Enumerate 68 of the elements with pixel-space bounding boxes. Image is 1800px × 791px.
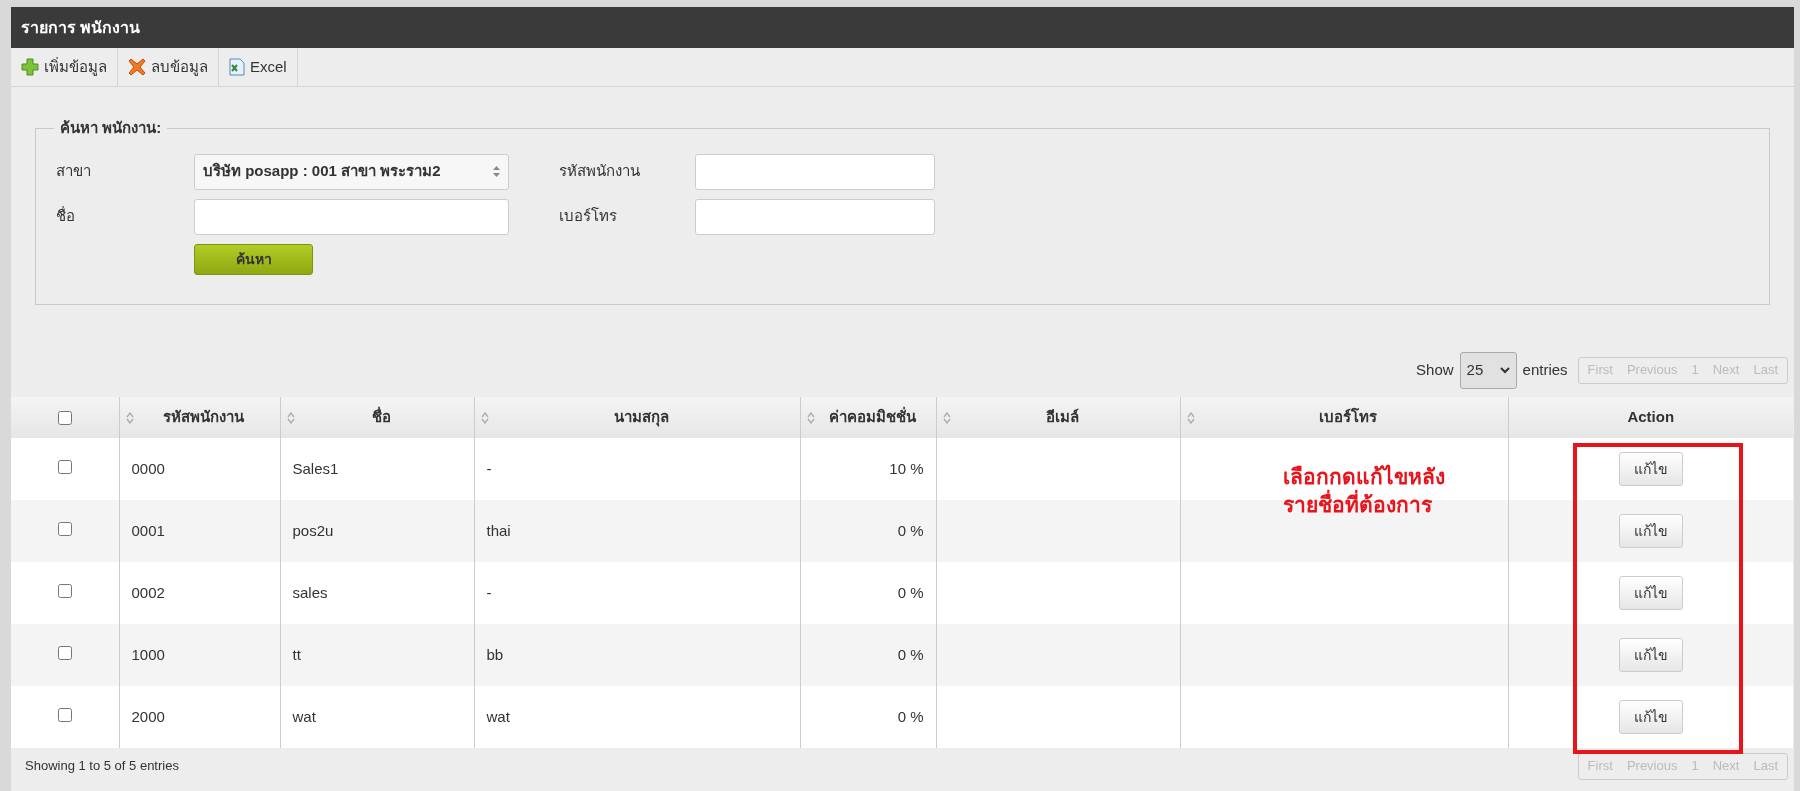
select-all-checkbox[interactable] [57, 410, 72, 425]
table-cell: thai [486, 521, 511, 539]
entries-select[interactable]: 25 [1459, 351, 1517, 389]
row-checkbox[interactable] [57, 645, 72, 660]
sort-icon [942, 411, 951, 424]
text-input[interactable] [695, 153, 935, 190]
row-checkbox[interactable] [57, 583, 72, 598]
column-header[interactable]: รหัสพนักงาน [119, 397, 280, 438]
table-cell: 0001 [131, 521, 165, 539]
table-cell: - [486, 459, 492, 477]
toolbar-button[interactable]: เพิ่มข้อมูล [11, 48, 118, 86]
window-title: รายการ พนักงาน [21, 17, 141, 38]
toolbar-button[interactable]: Excel [219, 48, 298, 86]
text-input[interactable] [194, 198, 509, 235]
table-cell: wat [486, 707, 510, 725]
table-cell: sales [292, 583, 328, 601]
fieldset-legend: ค้นหา พนักงาน: [54, 117, 168, 140]
sort-icon [806, 411, 815, 424]
table-cell: 1000 [131, 645, 165, 663]
row-checkbox[interactable] [57, 707, 72, 722]
table-cell: tt [292, 645, 301, 663]
table-cell: 0 % [897, 707, 924, 725]
table-cell: 0000 [131, 459, 165, 477]
table-cell: Sales1 [292, 459, 339, 477]
edit-button[interactable]: แก้ไข [1618, 576, 1683, 610]
edit-button[interactable]: แก้ไข [1618, 514, 1683, 548]
column-header[interactable]: อีเมล์ [936, 397, 1180, 438]
plus-icon [21, 58, 39, 76]
search-button[interactable]: ค้นหา [194, 243, 313, 275]
table-cell: 10 % [889, 459, 924, 477]
column-header[interactable]: ค่าคอมมิชชั่น [800, 397, 936, 438]
entries-label: entries [1522, 359, 1568, 380]
table-cell: 0002 [131, 583, 165, 601]
toolbar-button[interactable]: ลบข้อมูล [118, 48, 219, 86]
cross-icon [128, 58, 146, 76]
edit-button[interactable]: แก้ไข [1618, 700, 1683, 734]
annotation-text: เลือกกดแก้ไขหลัง รายชื่อที่ต้องการ [1283, 463, 1445, 518]
sort-icon [125, 411, 134, 424]
field-label: รหัสพนักงาน [558, 161, 641, 182]
field-label: เบอร์โทร [558, 206, 618, 227]
sort-icon [1186, 411, 1195, 424]
sort-icon [480, 411, 489, 424]
edit-button[interactable]: แก้ไข [1618, 638, 1683, 672]
column-header[interactable]: ชื่อ [280, 397, 474, 438]
column-header[interactable]: เบอร์โทร [1180, 397, 1508, 438]
table-cell: - [486, 583, 492, 601]
table-cell: bb [486, 645, 504, 663]
branch-select[interactable]: บริษัท posapp : 001 สาขา พระราม2 [194, 153, 509, 190]
spreadsheet-icon [229, 58, 245, 76]
show-label: Show [1416, 359, 1454, 380]
entries-info: Showing 1 to 5 of 5 entries [25, 757, 179, 776]
table-cell: 0 % [897, 645, 924, 663]
text-input[interactable] [695, 198, 935, 235]
table-cell: wat [292, 707, 316, 725]
edit-button[interactable]: แก้ไข [1618, 452, 1683, 486]
table-cell: pos2u [292, 521, 334, 539]
sort-icon [286, 411, 295, 424]
column-header: Action [1508, 397, 1793, 438]
table-cell: 0 % [897, 583, 924, 601]
row-checkbox[interactable] [57, 459, 72, 474]
column-header[interactable]: นามสกุล [474, 397, 800, 438]
select-arrows-icon [493, 166, 500, 177]
row-checkbox[interactable] [57, 521, 72, 536]
table-cell: 0 % [897, 521, 924, 539]
chevron-down-icon [1499, 366, 1510, 374]
field-label: ชื่อ [56, 205, 76, 227]
field-label: สาขา [56, 161, 92, 182]
table-cell: 2000 [131, 707, 165, 725]
